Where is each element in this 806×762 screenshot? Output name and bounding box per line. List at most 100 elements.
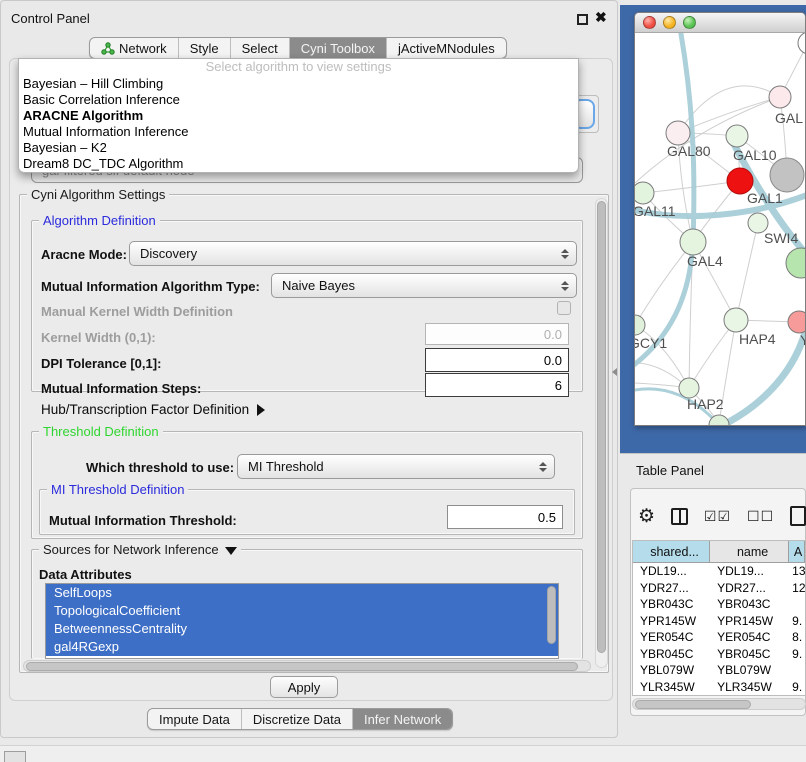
status-strip: [0, 745, 806, 762]
node-label: GAL11: [635, 203, 676, 219]
network-icon: [101, 42, 115, 55]
aracne-mode-combo[interactable]: Discovery: [129, 241, 577, 266]
node-gal80[interactable]: [666, 121, 690, 145]
network-canvas[interactable]: GAL GAL80 GAL10 GAL1 GAL11 SWI4 GAL4 GCY…: [635, 33, 806, 426]
algorithm-option[interactable]: Bayesian – Hill Climbing: [19, 76, 578, 92]
mi-threshold-field[interactable]: 0.5: [447, 505, 563, 529]
tab-select[interactable]: Select: [230, 38, 289, 58]
attribute-item[interactable]: BetweennessCentrality: [46, 620, 558, 638]
float-panel-icon[interactable]: [577, 14, 588, 25]
document-icon[interactable]: [790, 506, 806, 526]
table-row[interactable]: YBL079W YBL079W: [633, 662, 805, 679]
scrollbar-thumb[interactable]: [26, 662, 578, 671]
table-toolbar: ⚙ ☑☑ ☐☐: [638, 498, 806, 534]
table-row[interactable]: YIL052C YIL052C 9.: [633, 695, 805, 696]
node-hap4[interactable]: [724, 308, 748, 332]
hub-definition-toggle[interactable]: Hub/Transcription Factor Definition: [41, 402, 265, 417]
minimized-panel-button[interactable]: [4, 751, 26, 762]
table-row[interactable]: YBR045C YBR045C 9.: [633, 646, 805, 663]
table-row[interactable]: YBR043C YBR043C: [633, 596, 805, 613]
node[interactable]: [786, 248, 806, 278]
algorithm-option[interactable]: Mutual Information Inference: [19, 124, 578, 140]
node-hap2[interactable]: [679, 378, 699, 398]
tab-discretize-data[interactable]: Discretize Data: [241, 709, 352, 729]
network-graph: GAL GAL80 GAL10 GAL1 GAL11 SWI4 GAL4 GCY…: [635, 33, 806, 426]
algorithm-option-highlighted[interactable]: ARACNE Algorithm: [19, 108, 578, 124]
tab-infer-network[interactable]: Infer Network: [352, 709, 452, 729]
tab-network[interactable]: Network: [90, 38, 178, 58]
attribute-item[interactable]: SelfLoops: [46, 584, 558, 602]
settings-horizontal-scrollbar[interactable]: [23, 660, 591, 672]
node-gal11[interactable]: [635, 182, 654, 204]
zoom-window-icon[interactable]: [683, 16, 696, 29]
close-window-icon[interactable]: [643, 16, 656, 29]
mi-algorithm-type-combo[interactable]: Naive Bayes: [271, 273, 577, 298]
node[interactable]: [798, 33, 806, 54]
columns-icon[interactable]: [671, 508, 688, 525]
which-threshold-combo[interactable]: MI Threshold: [237, 454, 555, 479]
table-row[interactable]: YPR145W YPR145W 9.: [633, 613, 805, 630]
mi-threshold-label: Mutual Information Threshold:: [49, 513, 237, 528]
minimize-window-icon[interactable]: [663, 16, 676, 29]
tab-jactivemnodules[interactable]: jActiveMNodules: [386, 38, 506, 58]
node-label: GAL4: [687, 253, 723, 269]
expanded-arrow-icon: [225, 547, 237, 555]
node[interactable]: [788, 311, 806, 333]
node[interactable]: [770, 158, 804, 192]
node-label: GAL: [775, 110, 803, 126]
table-row[interactable]: YER054C YER054C 8.: [633, 629, 805, 646]
table-row[interactable]: YDR27... YDR27... 12: [633, 580, 805, 597]
tab-cyni-toolbox[interactable]: Cyni Toolbox: [289, 38, 386, 58]
dpi-tolerance-field[interactable]: 0.0: [425, 348, 569, 372]
table-header-row: shared... name A: [633, 541, 805, 563]
node-label: HAP2: [687, 396, 724, 412]
apply-button[interactable]: Apply: [270, 676, 338, 698]
column-header-partial[interactable]: A: [789, 541, 805, 562]
algorithm-option[interactable]: Dream8 DC_TDC Algorithm: [19, 156, 578, 172]
column-header-shared-name[interactable]: shared...: [633, 541, 710, 562]
algorithm-placeholder: Select algorithm to view settings: [19, 59, 578, 76]
attribute-list-scrollbar[interactable]: [547, 586, 556, 644]
scrollbar-thumb[interactable]: [597, 201, 606, 653]
gear-icon[interactable]: ⚙: [638, 505, 655, 528]
splitter-collapse-icon[interactable]: [612, 368, 617, 376]
app-screen: Control Panel ✖ Network Style Select: [0, 0, 806, 762]
node-gal10[interactable]: [726, 125, 748, 147]
control-panel: Control Panel ✖ Network Style Select: [0, 0, 618, 738]
algorithm-option[interactable]: Basic Correlation Inference: [19, 92, 578, 108]
mi-algorithm-type-label: Mutual Information Algorithm Type:: [41, 279, 260, 294]
close-panel-icon[interactable]: ✖: [595, 9, 607, 26]
manual-kernel-width-checkbox[interactable]: [557, 301, 571, 315]
control-panel-tabs: Network Style Select Cyni Toolbox jActiv…: [89, 37, 507, 59]
table-row[interactable]: YDL19... YDL19... 13: [633, 563, 805, 580]
cyni-bottom-tabs: Impute Data Discretize Data Infer Networ…: [147, 708, 453, 730]
table-horizontal-scrollbar[interactable]: [632, 698, 806, 710]
sources-group-title[interactable]: Sources for Network Inference: [39, 542, 241, 557]
kernel-width-field[interactable]: 0.0: [425, 323, 569, 345]
algorithm-definition-title: Algorithm Definition: [39, 213, 160, 228]
data-attributes-list[interactable]: SelfLoops TopologicalCoefficient Between…: [45, 583, 559, 659]
node-gcy1[interactable]: [635, 315, 645, 335]
attribute-item[interactable]: TopologicalCoefficient: [46, 602, 558, 620]
mi-steps-field[interactable]: 6: [425, 373, 569, 397]
node[interactable]: [769, 86, 791, 108]
attribute-item[interactable]: gal4RGexp: [46, 638, 558, 656]
select-all-checks-icon[interactable]: ☑☑: [704, 508, 731, 525]
dpi-tolerance-label: DPI Tolerance [0,1]:: [41, 356, 161, 371]
algorithm-dropdown-popup: Select algorithm to view settings Bayesi…: [18, 58, 579, 173]
tab-impute-data[interactable]: Impute Data: [148, 709, 241, 729]
table-row[interactable]: YLR345W YLR345W 9.: [633, 679, 805, 696]
deselect-all-checks-icon[interactable]: ☐☐: [747, 508, 774, 525]
column-header-name[interactable]: name: [710, 541, 789, 562]
algorithm-option[interactable]: Bayesian – K2: [19, 140, 578, 156]
settings-vertical-scrollbar[interactable]: [595, 198, 608, 668]
node-table: shared... name A YDL19... YDL19... 13 YD…: [632, 540, 806, 696]
mi-steps-label: Mutual Information Steps:: [41, 381, 201, 396]
node-gal4[interactable]: [680, 229, 706, 255]
node-label: GAL10: [733, 147, 777, 163]
network-window-titlebar[interactable]: [635, 13, 805, 33]
tab-style[interactable]: Style: [178, 38, 230, 58]
node-label: HAP4: [739, 331, 776, 347]
scrollbar-thumb[interactable]: [635, 700, 751, 709]
kernel-width-label: Kernel Width (0,1):: [41, 330, 156, 345]
